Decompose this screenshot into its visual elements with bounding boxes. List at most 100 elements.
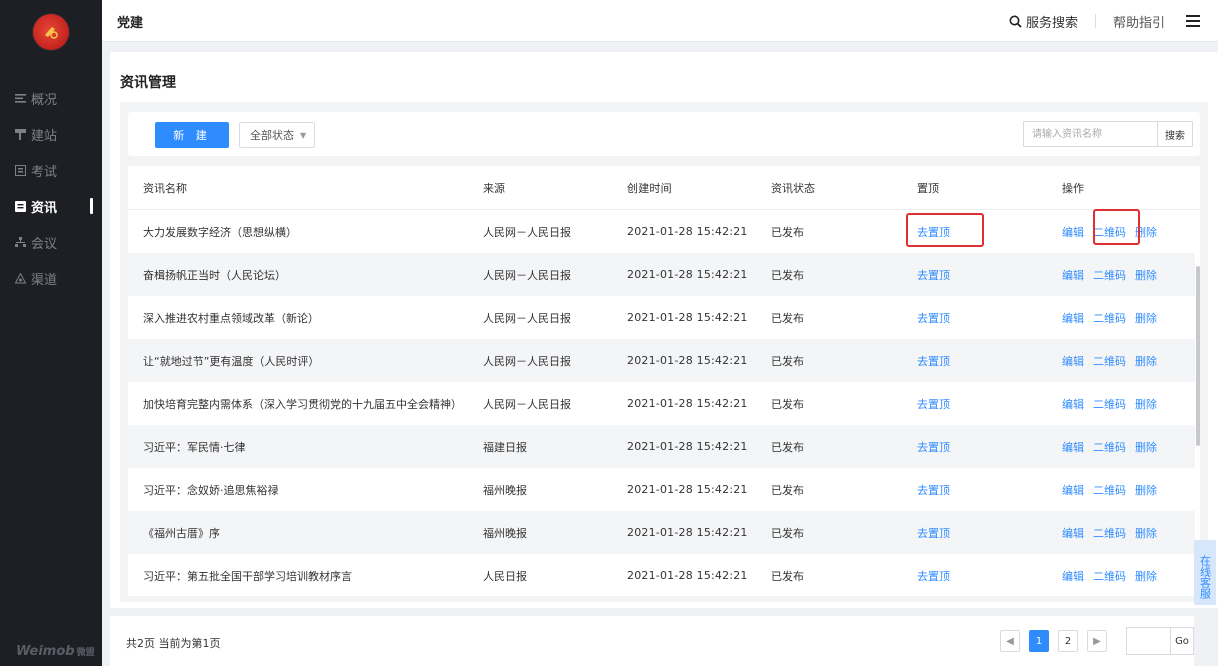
news-source: 人民网－人民日报 <box>483 311 571 325</box>
list-icon <box>14 92 26 104</box>
pin-link[interactable]: 去置顶 <box>917 396 950 412</box>
news-status: 已发布 <box>771 268 804 282</box>
news-created: 2021-01-28 15:42:21 <box>627 354 748 367</box>
qrcode-link[interactable]: 二维码 <box>1093 484 1126 497</box>
news-title: 习近平：念奴娇·追思焦裕禄 <box>143 483 279 497</box>
search-button[interactable]: 搜索 <box>1157 121 1193 147</box>
party-emblem-logo[interactable] <box>33 14 69 50</box>
new-button[interactable]: 新 建 <box>155 122 229 148</box>
edit-link[interactable]: 编辑 <box>1062 441 1084 454</box>
pin-link[interactable]: 去置顶 <box>917 224 950 240</box>
pin-link[interactable]: 去置顶 <box>917 353 950 369</box>
search-input[interactable] <box>1023 121 1157 147</box>
pin-link[interactable]: 去置顶 <box>917 482 950 498</box>
news-created: 2021-01-28 15:42:21 <box>627 397 748 410</box>
news-status: 已发布 <box>771 569 804 583</box>
delete-link[interactable]: 删除 <box>1135 398 1157 411</box>
delete-link[interactable]: 删除 <box>1135 527 1157 540</box>
page-button-1[interactable]: 1 <box>1029 630 1049 652</box>
news-source: 人民网－人民日报 <box>483 354 571 368</box>
news-status: 已发布 <box>771 397 804 411</box>
pin-link[interactable]: 去置顶 <box>917 568 950 584</box>
delete-link[interactable]: 删除 <box>1135 312 1157 325</box>
service-search-label: 服务搜索 <box>1025 15 1078 31</box>
org-icon <box>14 236 26 248</box>
news-source: 福建日报 <box>483 440 527 454</box>
news-created: 2021-01-28 15:42:21 <box>627 526 748 539</box>
service-search-button[interactable]: 服务搜索 <box>1009 12 1078 31</box>
delete-link[interactable]: 删除 <box>1135 441 1157 454</box>
delete-link[interactable]: 删除 <box>1135 484 1157 497</box>
app-title: 党建 <box>117 16 144 31</box>
news-title: 加快培育完整内需体系（深入学习贯彻党的十九届五中全会精神） <box>143 397 462 411</box>
table-row: 深入推进农村重点领域改革（新论） 人民网－人民日报 2021-01-28 15:… <box>128 296 1200 339</box>
news-created: 2021-01-28 15:42:21 <box>627 483 748 496</box>
edit-link[interactable]: 编辑 <box>1062 570 1084 583</box>
hamburger-menu-icon[interactable] <box>1186 15 1200 27</box>
news-source: 人民网－人民日报 <box>483 268 571 282</box>
toolbar: 新 建 全部状态 ▼ 搜索 <box>128 112 1200 156</box>
qrcode-link[interactable]: 二维码 <box>1093 355 1126 368</box>
edit-link[interactable]: 编辑 <box>1062 269 1084 282</box>
news-created: 2021-01-28 15:42:21 <box>627 268 748 281</box>
row-actions: 编辑 二维码 删除 <box>1062 310 1166 326</box>
sidebar-item-exam[interactable]: 考试 <box>0 152 102 188</box>
news-title: 大力发展数字经济（思想纵横） <box>143 225 297 239</box>
sidebar-item-channel[interactable]: 渠道 <box>0 260 102 296</box>
qrcode-link[interactable]: 二维码 <box>1093 441 1126 454</box>
next-page-icon[interactable]: ▶ <box>1087 630 1107 652</box>
pin-link[interactable]: 去置顶 <box>917 439 950 455</box>
news-title: 习近平：第五批全国干部学习培训教材序言 <box>143 569 352 583</box>
help-guide-link[interactable]: 帮助指引 <box>1113 12 1165 31</box>
qrcode-link[interactable]: 二维码 <box>1093 398 1126 411</box>
delete-link[interactable]: 删除 <box>1135 226 1157 239</box>
row-actions: 编辑 二维码 删除 <box>1062 267 1166 283</box>
news-status: 已发布 <box>771 225 804 239</box>
delete-link[interactable]: 删除 <box>1135 355 1157 368</box>
status-filter-select[interactable]: 全部状态 ▼ <box>239 122 315 148</box>
sidebar-item-meeting[interactable]: 会议 <box>0 224 102 260</box>
table-row: 让“就地过节”更有温度（人民时评） 人民网－人民日报 2021-01-28 15… <box>128 339 1200 382</box>
page-button-2[interactable]: 2 <box>1058 630 1078 652</box>
row-actions: 编辑 二维码 删除 <box>1062 396 1166 412</box>
qrcode-link[interactable]: 二维码 <box>1093 269 1126 282</box>
sidebar-item-label: 会议 <box>31 236 58 252</box>
sidebar-item-news[interactable]: 资讯 <box>0 188 102 224</box>
edit-link[interactable]: 编辑 <box>1062 527 1084 540</box>
pin-link[interactable]: 去置顶 <box>917 310 950 326</box>
table-row: 习近平：军民情·七律 福建日报 2021-01-28 15:42:21 已发布 … <box>128 425 1200 468</box>
news-icon <box>14 200 26 212</box>
table-row: 《福州古厝》序 福州晚报 2021-01-28 15:42:21 已发布 去置顶… <box>128 511 1200 554</box>
delete-link[interactable]: 删除 <box>1135 570 1157 583</box>
delete-link[interactable]: 删除 <box>1135 269 1157 282</box>
flag-icon <box>14 128 26 140</box>
table-row: 习近平：念奴娇·追思焦裕禄 福州晚报 2021-01-28 15:42:21 已… <box>128 468 1200 511</box>
edit-link[interactable]: 编辑 <box>1062 398 1084 411</box>
qrcode-link[interactable]: 二维码 <box>1093 527 1126 540</box>
go-button[interactable]: Go <box>1170 627 1194 655</box>
sidebar-item-label: 概况 <box>31 92 58 108</box>
news-table: 资讯名称 来源 创建时间 资讯状态 置顶 操作 大力发展数字经济（思想纵横） 人… <box>128 166 1200 596</box>
page-jump-input[interactable] <box>1126 627 1170 655</box>
online-service-button[interactable]: 在线客服 <box>1194 540 1216 605</box>
column-header-created: 创建时间 <box>627 181 672 195</box>
qrcode-link[interactable]: 二维码 <box>1093 312 1126 325</box>
page-title: 资讯管理 <box>120 75 176 91</box>
qrcode-link[interactable]: 二维码 <box>1093 226 1126 239</box>
edit-link[interactable]: 编辑 <box>1062 226 1084 239</box>
pin-link[interactable]: 去置顶 <box>917 267 950 283</box>
sidebar-item-overview[interactable]: 概况 <box>0 80 102 116</box>
scrollbar-thumb[interactable] <box>1196 266 1200 446</box>
row-actions: 编辑 二维码 删除 <box>1062 224 1166 240</box>
news-source: 人民网－人民日报 <box>483 397 571 411</box>
pin-link[interactable]: 去置顶 <box>917 525 950 541</box>
news-source: 福州晚报 <box>483 483 527 497</box>
qrcode-link[interactable]: 二维码 <box>1093 570 1126 583</box>
news-source: 人民网－人民日报 <box>483 225 571 239</box>
prev-page-icon[interactable]: ◀ <box>1000 630 1020 652</box>
edit-link[interactable]: 编辑 <box>1062 484 1084 497</box>
edit-link[interactable]: 编辑 <box>1062 312 1084 325</box>
table-row: 大力发展数字经济（思想纵横） 人民网－人民日报 2021-01-28 15:42… <box>128 210 1200 253</box>
sidebar-item-site[interactable]: 建站 <box>0 116 102 152</box>
edit-link[interactable]: 编辑 <box>1062 355 1084 368</box>
